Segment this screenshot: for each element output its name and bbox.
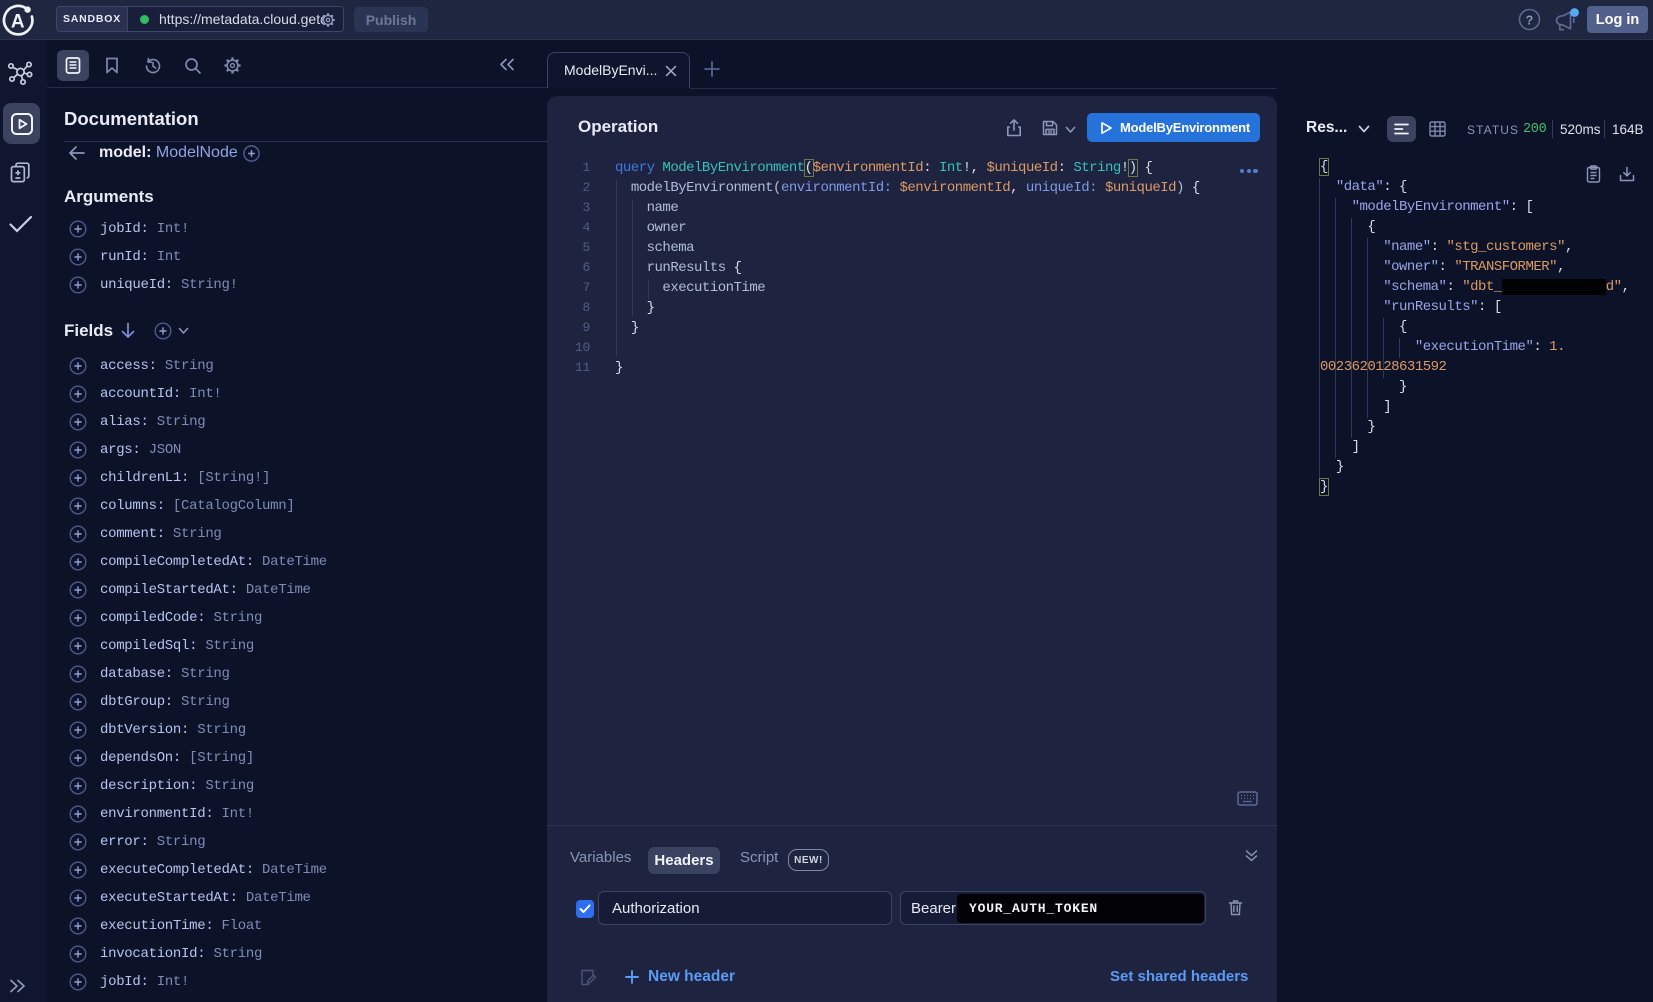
svg-text:A: A (11, 12, 25, 33)
svg-text:?: ? (1526, 13, 1534, 27)
